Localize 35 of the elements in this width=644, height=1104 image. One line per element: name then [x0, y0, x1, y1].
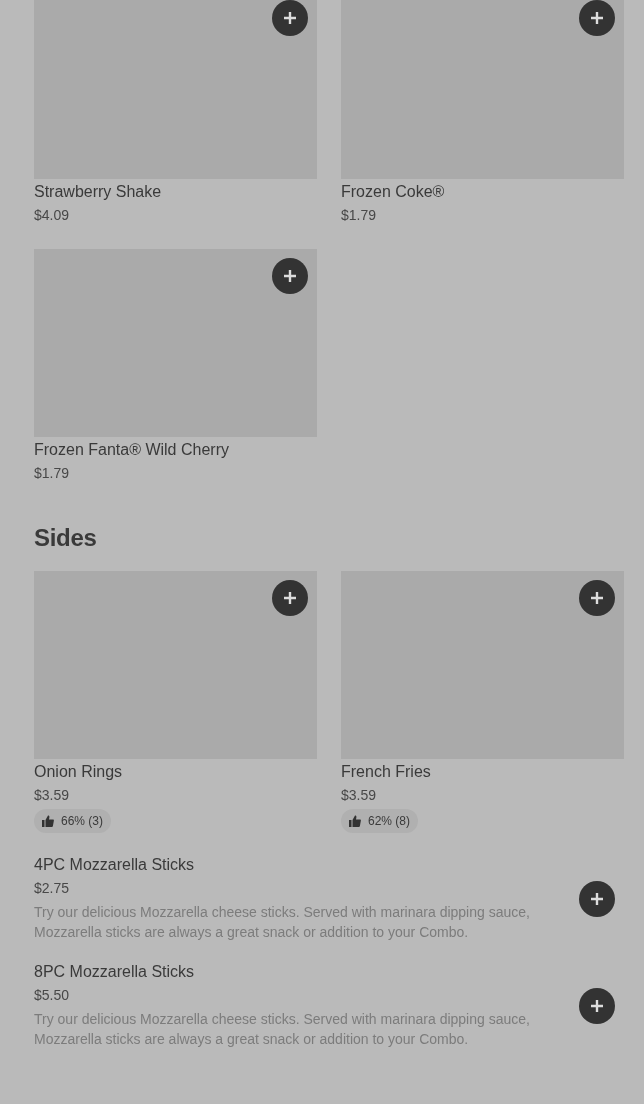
- plus-icon: [590, 11, 604, 25]
- add-button[interactable]: [272, 258, 308, 294]
- item-name: 4PC Mozzarella Sticks: [34, 855, 196, 875]
- item-description: Try our delicious Mozzarella cheese sticks. Served with marinara dipping sauce, Mozzarella sticks are always a great snack or addition to your Combo.: [34, 1010, 531, 1049]
- item-name: Strawberry Shake: [34, 182, 163, 202]
- item-price: $5.50: [34, 986, 71, 1005]
- item-price: $1.79: [34, 464, 71, 483]
- item-price: $4.09: [34, 206, 71, 225]
- thumbs-up-icon: [42, 815, 54, 827]
- plus-icon: [283, 591, 297, 605]
- add-button[interactable]: [579, 580, 615, 616]
- plus-icon: [590, 591, 604, 605]
- item-name: Onion Rings: [34, 762, 124, 782]
- item-name: Frozen Fanta® Wild Cherry: [34, 440, 230, 460]
- item-name: Frozen Coke®: [341, 182, 446, 202]
- thumbs-up-icon: [349, 815, 361, 827]
- plus-icon: [590, 891, 604, 906]
- item-description: Try our delicious Mozzarella cheese sticks. Served with marinara dipping sauce, Mozzarella sticks are always a great snack or addition to your Combo.: [34, 903, 531, 942]
- rating-text: 62% (8): [368, 814, 411, 828]
- item-price: $3.59: [34, 786, 71, 805]
- add-button[interactable]: [579, 987, 615, 1024]
- item-name: French Fries: [341, 762, 432, 782]
- item-price: $1.79: [341, 206, 378, 225]
- item-price: $3.59: [341, 786, 378, 805]
- rating-text: 66% (3): [61, 814, 104, 828]
- section-title: Sides: [34, 523, 98, 553]
- add-button[interactable]: [579, 0, 615, 36]
- add-button[interactable]: [272, 0, 308, 36]
- add-button[interactable]: [579, 880, 615, 917]
- plus-icon: [283, 11, 297, 25]
- add-button[interactable]: [272, 580, 308, 616]
- plus-icon: [283, 269, 297, 283]
- item-name: 8PC Mozzarella Sticks: [34, 962, 196, 982]
- plus-icon: [590, 998, 604, 1013]
- item-price: $2.75: [34, 879, 71, 898]
